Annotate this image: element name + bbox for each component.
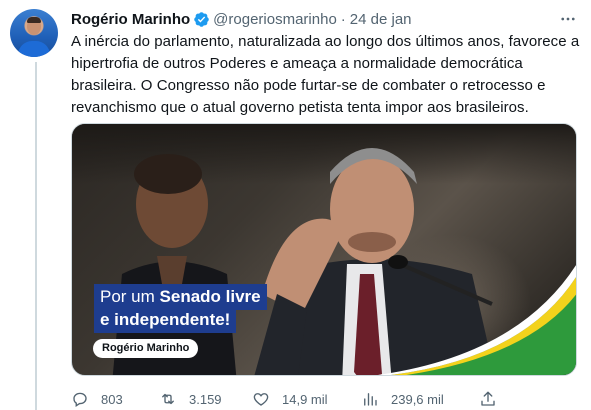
reply-count: 803 bbox=[101, 391, 123, 407]
tweet-header: Rogério Marinho @rogeriosmarinho · 24 de… bbox=[71, 9, 412, 29]
like-icon bbox=[253, 393, 269, 406]
verified-badge-icon bbox=[193, 11, 210, 28]
banner-line-2: e independente! bbox=[94, 307, 237, 333]
reply-button[interactable]: 803 bbox=[71, 390, 123, 408]
tweet-text: A inércia do parlamento, naturalizada ao… bbox=[71, 31, 586, 119]
banner-bold: Senado livre bbox=[159, 287, 261, 306]
like-button[interactable]: 14,9 mil bbox=[252, 390, 328, 408]
share-button[interactable] bbox=[479, 390, 497, 408]
views-count: 239,6 mil bbox=[391, 391, 444, 407]
name-tag: Rogério Marinho bbox=[93, 339, 199, 358]
retweet-count: 3.159 bbox=[189, 391, 222, 407]
tweet-date[interactable]: 24 de jan bbox=[350, 11, 412, 28]
retweet-button[interactable]: 3.159 bbox=[159, 390, 222, 408]
avatar[interactable] bbox=[10, 9, 58, 57]
tweet-text-line: hipertrofia de outros Poderes e ameaça a… bbox=[71, 55, 523, 72]
tweet-media-image[interactable]: Por um Senado livre e independente! Rogé… bbox=[71, 123, 577, 376]
views-icon bbox=[364, 393, 377, 406]
tweet-text-line: A inércia do parlamento, naturalizada ao… bbox=[71, 33, 580, 50]
tweet-text-line: brasileira. O Congresso não pode furtar-… bbox=[71, 77, 546, 94]
like-count: 14,9 mil bbox=[282, 391, 328, 407]
views-button[interactable]: 239,6 mil bbox=[361, 390, 444, 408]
tweet-text-line: revanchismo que o atual governo petista … bbox=[71, 99, 529, 116]
avatar-shirt bbox=[18, 41, 50, 57]
author-name[interactable]: Rogério Marinho bbox=[71, 11, 190, 28]
author-handle[interactable]: @rogeriosmarinho bbox=[213, 11, 337, 28]
share-icon bbox=[481, 391, 495, 406]
avatar-hair bbox=[27, 17, 41, 23]
banner-prefix: Por um bbox=[100, 287, 160, 306]
reply-icon bbox=[73, 392, 87, 408]
tweet-actions: 803 3.159 14,9 mil 239,6 mil bbox=[71, 388, 511, 410]
retweet-icon bbox=[162, 393, 174, 405]
header-separator: · bbox=[340, 10, 346, 28]
thread-line bbox=[35, 62, 37, 410]
more-icon[interactable] bbox=[558, 9, 578, 29]
